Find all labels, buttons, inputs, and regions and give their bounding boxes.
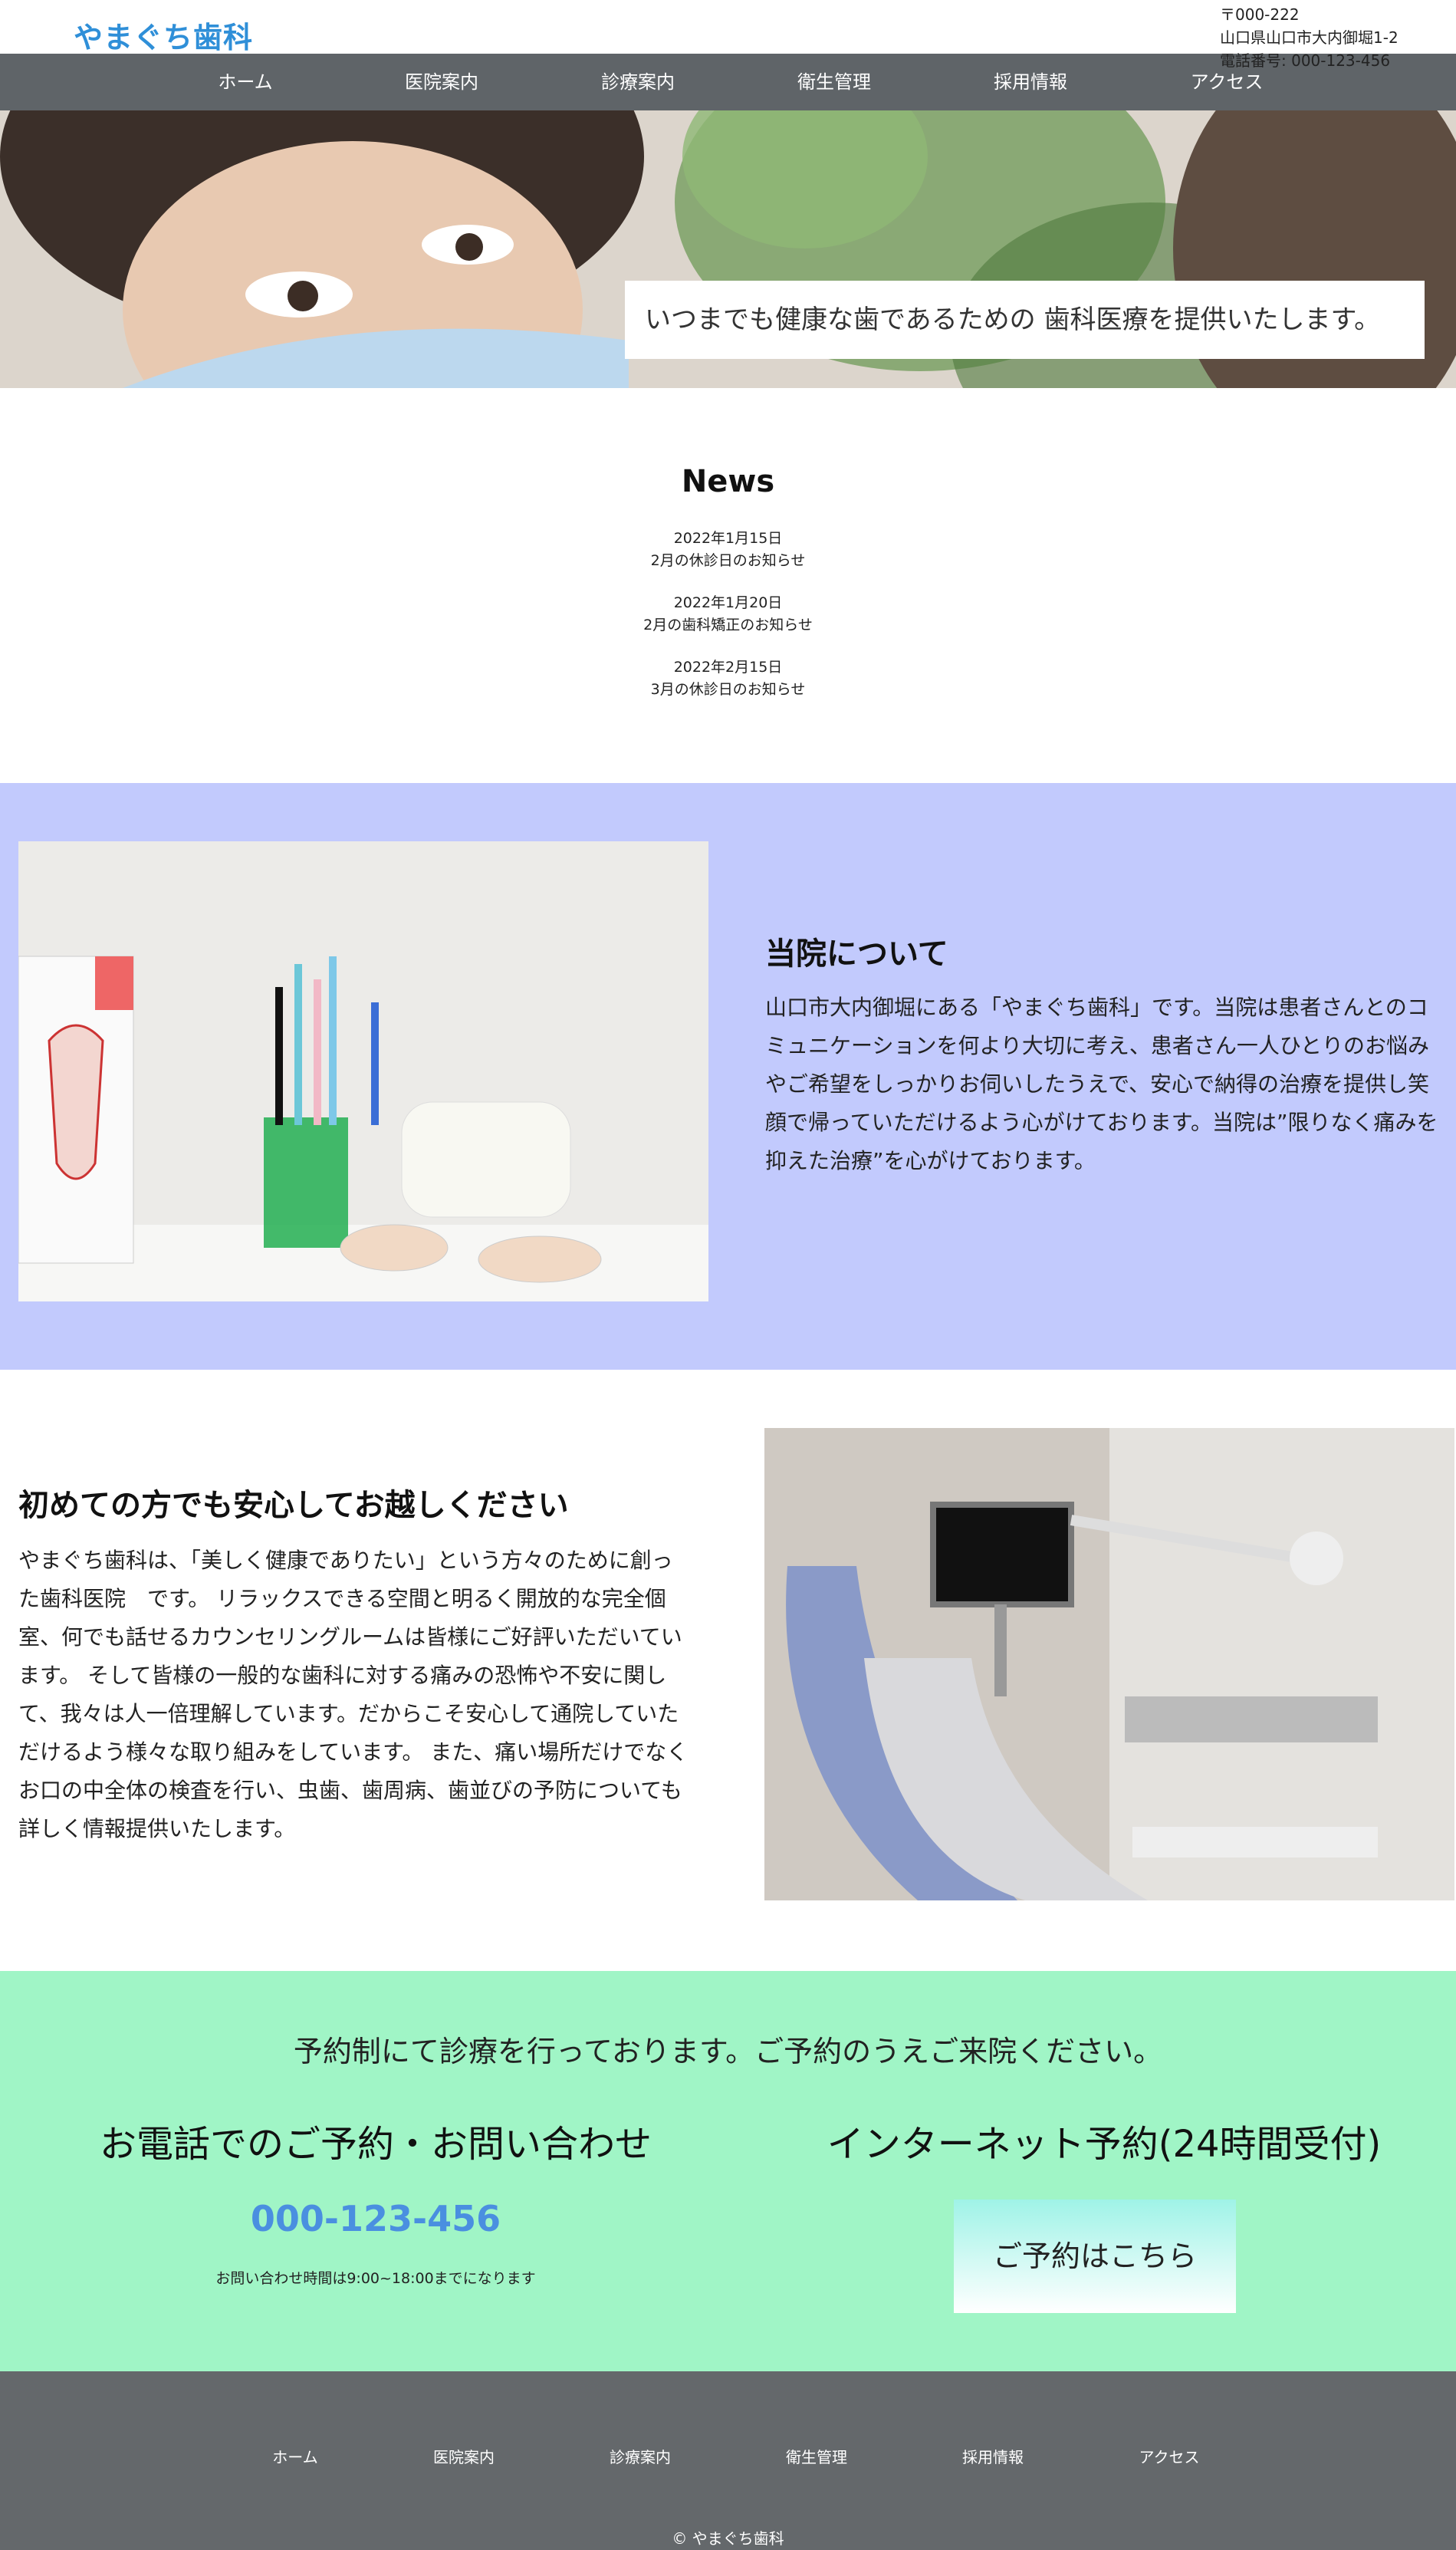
reservation-section: 予約制にて診療を行っております。ご予約のうえご来院ください。 お電話でのご予約・… bbox=[0, 1971, 1456, 2371]
about-heading: 当院について bbox=[765, 936, 948, 972]
nav-item-treatment[interactable]: 診療案内 bbox=[554, 54, 722, 110]
nav-item-clinic[interactable]: 医院案内 bbox=[357, 54, 526, 110]
news-text: 3月の休診日のお知らせ bbox=[650, 681, 806, 698]
postal-code: 〒000-222 bbox=[1220, 5, 1300, 24]
reservation-lead: 予約制にて診療を行っております。ご予約のうえご来院ください。 bbox=[293, 2035, 1163, 2068]
footer-link-home[interactable]: ホーム bbox=[211, 2445, 380, 2467]
hero-caption: いつまでも健康な歯であるための 歯科医療を提供いたします。 bbox=[625, 281, 1425, 359]
news-heading: News bbox=[681, 464, 775, 499]
copyright: © やまぐち歯科 bbox=[672, 2529, 784, 2548]
first-visit-heading: 初めての方でも安心してお越しください bbox=[18, 1488, 569, 1523]
site-footer: ホーム 医院案内 診療案内 衛生管理 採用情報 アクセス © やまぐち歯科 bbox=[0, 2371, 1456, 2550]
address: 山口県山口市大内御堀1-2 bbox=[1220, 28, 1398, 47]
footer-link-hygiene[interactable]: 衛生管理 bbox=[732, 2445, 901, 2467]
news-item[interactable]: 2022年1月20日 2月の歯科矯正のお知らせ bbox=[0, 592, 1456, 637]
news-item[interactable]: 2022年1月15日 2月の休診日のお知らせ bbox=[0, 528, 1456, 572]
phone-line: 電話番号: 000-123-456 bbox=[1220, 51, 1391, 70]
site-logo[interactable]: やまぐち歯科 bbox=[74, 14, 253, 56]
footer-link-clinic[interactable]: 医院案内 bbox=[380, 2445, 548, 2467]
footer-link-treatment[interactable]: 診療案内 bbox=[556, 2445, 725, 2467]
news-text: 2月の休診日のお知らせ bbox=[650, 552, 806, 569]
nav-item-recruit[interactable]: 採用情報 bbox=[946, 54, 1115, 110]
dental-chair-illustration bbox=[764, 1428, 1454, 1900]
news-date: 2022年2月15日 bbox=[673, 659, 783, 676]
dental-chair-photo bbox=[764, 1428, 1454, 1900]
internet-reservation-heading: インターネット予約(24時間受付) bbox=[827, 2123, 1382, 2166]
news-date: 2022年1月20日 bbox=[673, 594, 783, 611]
first-visit-text: やまぐち歯科は、「美しく健康でありたい」という方々のために創った歯科医院 です。… bbox=[18, 1548, 689, 1841]
nav-item-home[interactable]: ホーム bbox=[161, 54, 330, 110]
toothbrush-photo bbox=[18, 841, 708, 1301]
news-text: 2月の歯科矯正のお知らせ bbox=[643, 617, 813, 633]
about-text: 山口市大内御堀にある「やまぐち歯科」です。当院は患者さんとのコミュニケーションを… bbox=[765, 995, 1438, 1173]
reserve-button[interactable]: ご予約はこちら bbox=[954, 2200, 1236, 2313]
phone-number-link[interactable]: 000-123-456 bbox=[0, 2198, 751, 2239]
footer-link-access[interactable]: アクセス bbox=[1085, 2445, 1254, 2467]
phone-hours-note: お問い合わせ時間は9:00~18:00までになります bbox=[215, 2270, 536, 2287]
phone-reservation-heading: お電話でのご予約・お問い合わせ bbox=[99, 2123, 652, 2166]
toothbrush-illustration bbox=[18, 841, 708, 1301]
news-list: 2022年1月15日 2月の休診日のお知らせ 2022年1月20日 2月の歯科矯… bbox=[0, 528, 1456, 721]
about-section: 当院について 山口市大内御堀にある「やまぐち歯科」です。当院は患者さんとのコミュ… bbox=[0, 783, 1456, 1370]
hero-banner: いつまでも健康な歯であるための 歯科医療を提供いたします。 bbox=[0, 110, 1456, 388]
news-date: 2022年1月15日 bbox=[673, 530, 783, 547]
contact-info: 〒000-222 山口県山口市大内御堀1-2 電話番号: 000-123-456 bbox=[1220, 3, 1398, 72]
footer-link-recruit[interactable]: 採用情報 bbox=[909, 2445, 1077, 2467]
nav-item-hygiene[interactable]: 衛生管理 bbox=[750, 54, 919, 110]
news-item[interactable]: 2022年2月15日 3月の休診日のお知らせ bbox=[0, 656, 1456, 701]
